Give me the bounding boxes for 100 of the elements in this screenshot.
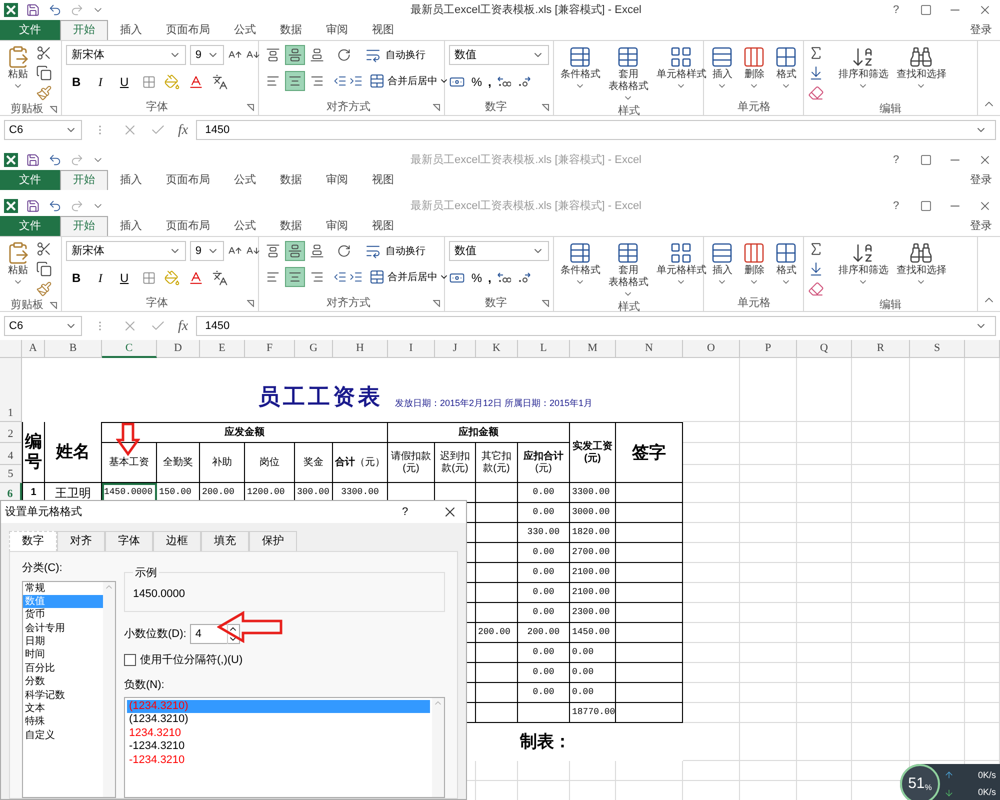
- editing-button[interactable]: 排序和筛选: [836, 241, 890, 287]
- decrease-indent-icon[interactable]: [333, 270, 348, 284]
- row-header[interactable]: 1: [0, 358, 22, 422]
- help-icon[interactable]: ?: [402, 504, 418, 520]
- dialog-tab[interactable]: 对齐: [57, 531, 105, 552]
- increase-decimal-icon[interactable]: [497, 272, 512, 284]
- close-icon[interactable]: [978, 153, 992, 167]
- restore-icon[interactable]: [920, 200, 932, 212]
- grid-icon[interactable]: [774, 45, 798, 69]
- insert-function-button[interactable]: fx: [174, 316, 192, 336]
- font-size-dropdown[interactable]: 9: [190, 45, 224, 65]
- font-color-icon[interactable]: [188, 270, 204, 286]
- ribbon-tab[interactable]: 插入: [108, 170, 154, 190]
- table-icon[interactable]: [616, 45, 640, 69]
- clear-icon[interactable]: [808, 281, 824, 297]
- copy-icon[interactable]: [36, 261, 52, 277]
- decrease-decimal-icon[interactable]: [517, 272, 532, 284]
- dialog-tab[interactable]: 填充: [201, 531, 249, 552]
- style-button[interactable]: 单元格样式: [654, 45, 708, 91]
- ribbon-tab[interactable]: 审阅: [314, 216, 360, 236]
- column-header[interactable]: M: [570, 340, 616, 358]
- font-size-dropdown[interactable]: 9: [190, 241, 224, 261]
- decrease-indent-icon[interactable]: [333, 74, 348, 88]
- dialog-launcher-icon[interactable]: [433, 104, 440, 110]
- column-header[interactable]: C: [102, 340, 157, 358]
- fill-color-icon[interactable]: [164, 74, 180, 90]
- merge-center-button[interactable]: 合并后居中: [369, 73, 450, 89]
- clear-icon[interactable]: [808, 85, 824, 101]
- category-item[interactable]: 时间: [23, 648, 103, 662]
- category-item[interactable]: 会计专用: [23, 622, 103, 636]
- ribbon-tab[interactable]: 页面布局: [154, 216, 222, 236]
- column-header[interactable]: R: [852, 340, 910, 358]
- negative-item[interactable]: 1234.3210: [127, 726, 430, 740]
- dialog-launcher-icon[interactable]: [50, 302, 58, 308]
- category-item[interactable]: 自定义: [23, 728, 103, 742]
- cells-button[interactable]: 插入: [708, 241, 736, 287]
- ribbon-tab[interactable]: 文件: [0, 170, 60, 190]
- ribbon-tab[interactable]: 插入: [108, 216, 154, 236]
- undo-icon[interactable]: [48, 199, 62, 213]
- help-icon[interactable]: ?: [888, 2, 904, 18]
- dialog-tab[interactable]: 数字: [9, 531, 57, 552]
- sign-in-link[interactable]: 登录: [962, 216, 1000, 236]
- binoculars-icon[interactable]: [909, 45, 934, 69]
- wrap-text-button[interactable]: 自动换行: [365, 243, 426, 259]
- grid-icon[interactable]: [710, 45, 734, 69]
- column-header[interactable]: H: [333, 340, 388, 358]
- orientation-icon[interactable]: [337, 48, 352, 62]
- checkbox[interactable]: [124, 654, 136, 666]
- save-icon[interactable]: [26, 153, 40, 167]
- column-header[interactable]: A: [22, 340, 45, 358]
- cells-button[interactable]: 删除: [740, 241, 768, 287]
- restore-icon[interactable]: [920, 4, 932, 16]
- restore-icon[interactable]: [920, 154, 932, 166]
- merge-center-button[interactable]: 合并后居中: [369, 269, 450, 285]
- ribbon-tab[interactable]: 数据: [268, 216, 314, 236]
- phonetic-icon[interactable]: [212, 270, 228, 286]
- decimal-places-spinner[interactable]: 4: [190, 624, 240, 644]
- sign-in-link[interactable]: 登录: [962, 170, 1000, 190]
- help-icon[interactable]: ?: [888, 152, 904, 168]
- column-header[interactable]: K: [476, 340, 518, 358]
- comma-button[interactable]: ,: [488, 73, 492, 91]
- ribbon-tab[interactable]: 数据: [268, 20, 314, 40]
- increase-indent-icon[interactable]: [349, 270, 364, 284]
- ribbon-tab[interactable]: 文件: [0, 216, 60, 236]
- ribbon-tab[interactable]: 公式: [222, 20, 268, 40]
- ribbon-tab[interactable]: 页面布局: [154, 20, 222, 40]
- help-icon[interactable]: ?: [888, 198, 904, 214]
- dialog-launcher-icon[interactable]: [542, 104, 550, 110]
- close-icon[interactable]: [978, 3, 992, 17]
- column-header[interactable]: O: [683, 340, 740, 358]
- formula-field[interactable]: 1450: [196, 316, 996, 336]
- table-icon[interactable]: [669, 45, 694, 69]
- copy-icon[interactable]: [36, 65, 52, 81]
- ribbon-tab[interactable]: 开始: [60, 170, 108, 190]
- dialog-tab[interactable]: 保护: [249, 531, 297, 552]
- cut-icon[interactable]: [36, 241, 52, 257]
- category-list[interactable]: 常规 数值 货币 会计专用 日期 时间 百分比 分数 科学记数 文本 特殊 自定义: [22, 580, 116, 798]
- grid-icon[interactable]: [742, 45, 766, 69]
- ribbon-tab[interactable]: 开始: [60, 216, 108, 236]
- grid-icon[interactable]: [742, 241, 766, 265]
- ribbon-tab[interactable]: 公式: [222, 170, 268, 190]
- row-header[interactable]: 5: [0, 465, 22, 483]
- increase-indent-icon[interactable]: [349, 74, 364, 88]
- undo-icon[interactable]: [48, 153, 62, 167]
- column-header[interactable]: F: [245, 340, 295, 358]
- dialog-launcher-icon[interactable]: [247, 300, 254, 306]
- insert-function-button[interactable]: fx: [174, 120, 192, 140]
- ribbon-tab[interactable]: 插入: [108, 20, 154, 40]
- number-format-dropdown[interactable]: 数值: [449, 241, 550, 261]
- cells-button[interactable]: 插入: [708, 45, 736, 91]
- name-box[interactable]: C6: [4, 120, 82, 140]
- negative-item[interactable]: (1234.3210): [127, 713, 430, 727]
- wrap-text-button[interactable]: 自动换行: [365, 47, 426, 63]
- style-button[interactable]: 条件格式: [558, 241, 602, 287]
- style-button[interactable]: 条件格式: [558, 45, 602, 91]
- font-color-icon[interactable]: [188, 74, 204, 90]
- table-icon[interactable]: [568, 241, 592, 265]
- negative-list[interactable]: (1234.3210) (1234.3210) 1234.3210 -1234.3210 -1234.3210: [124, 697, 445, 798]
- column-header[interactable]: G: [295, 340, 333, 358]
- style-button[interactable]: 套用 表格格式: [606, 241, 650, 299]
